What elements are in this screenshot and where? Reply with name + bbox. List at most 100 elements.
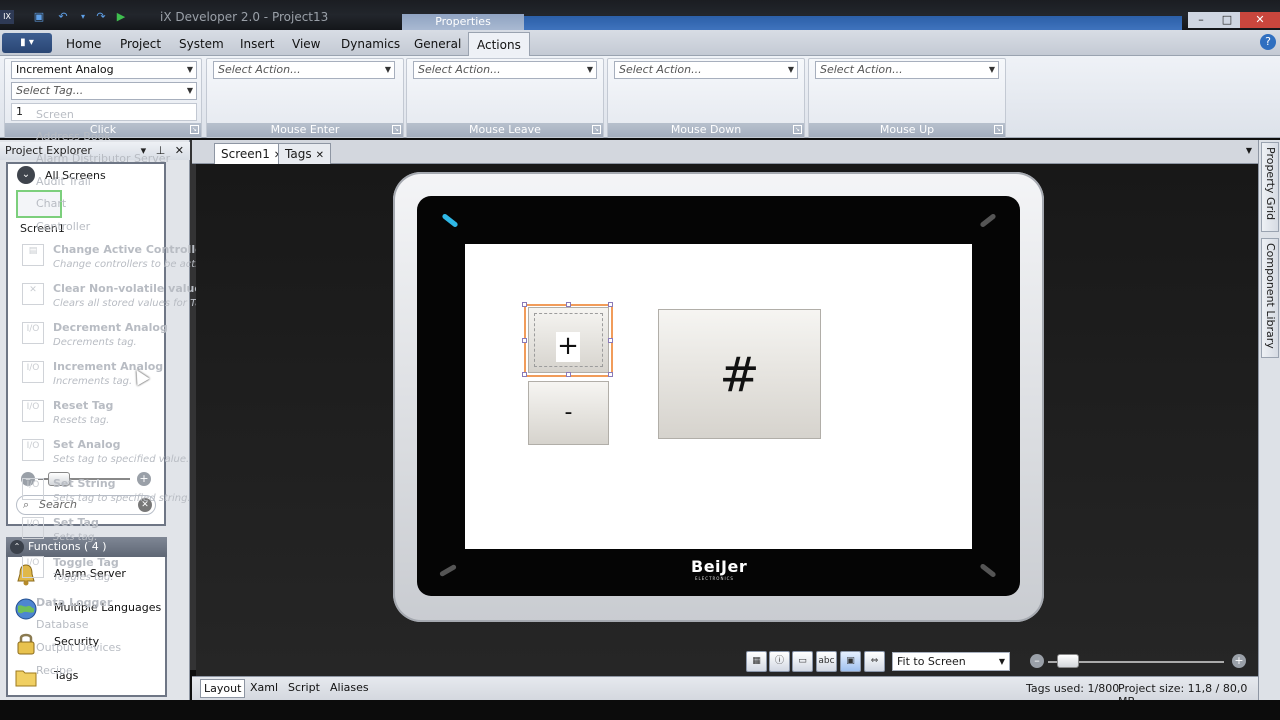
screen-thumbnail[interactable] xyxy=(16,190,62,218)
close-window-button[interactable]: ✕ xyxy=(1240,12,1280,28)
function-item-security[interactable]: Security xyxy=(12,627,162,657)
click-action-combo[interactable]: Increment Analog ▼ xyxy=(11,61,197,79)
dialog-launcher-icon[interactable]: ↘ xyxy=(994,125,1003,134)
folder-icon xyxy=(15,670,37,687)
tab-xaml[interactable]: Xaml xyxy=(250,681,278,694)
device-brand-sub: ELECTRONICS xyxy=(695,576,734,581)
function-item-tags[interactable]: Tags xyxy=(12,661,162,691)
click-amount-field[interactable]: 1 xyxy=(11,103,197,121)
zoom-slider-handle[interactable] xyxy=(1057,654,1079,668)
screen-search-input[interactable]: ⌕ Search ✕ xyxy=(16,495,156,515)
tab-insert[interactable]: Insert xyxy=(240,37,274,51)
chevron-down-icon: ▼ xyxy=(186,86,193,95)
chevron-down-icon: ▼ xyxy=(384,65,391,74)
tab-layout[interactable]: Layout xyxy=(200,679,246,698)
window-title: iX Developer 2.0 - Project13 xyxy=(160,10,329,24)
tags-used-status: Tags used: 1/800 xyxy=(1026,682,1120,695)
all-screens-label: All Screens xyxy=(45,169,106,182)
maximize-button[interactable]: □ xyxy=(1214,12,1240,28)
tab-dynamics[interactable]: Dynamics xyxy=(341,37,400,51)
tab-view[interactable]: View xyxy=(292,37,320,51)
mouse-enter-action-combo[interactable]: Select Action... ▼ xyxy=(213,61,395,79)
panel-controls: ▾ ⊥ ✕ xyxy=(135,142,184,160)
close-icon[interactable]: ✕ xyxy=(175,144,184,157)
tab-list-dropdown-icon[interactable]: ▼ xyxy=(1246,146,1252,155)
tab-script[interactable]: Script xyxy=(288,681,320,694)
function-item-alarm-server[interactable]: Alarm Server xyxy=(12,559,162,589)
mouse-up-action-combo[interactable]: Select Action... ▼ xyxy=(815,61,999,79)
qa-dropdown-icon[interactable]: ▾ xyxy=(76,10,90,24)
function-item-multiple-languages[interactable]: Multiple Languages xyxy=(12,593,162,623)
mouse-down-action-combo[interactable]: Select Action... ▼ xyxy=(614,61,798,79)
mouse-enter-caption-text: Mouse Enter xyxy=(270,123,340,136)
title-bar: IX ▣ ↶ ▾ ↷ ▶ iX Developer 2.0 - Project1… xyxy=(0,0,1280,30)
zoom-slider-handle[interactable] xyxy=(48,472,70,486)
screen-icon[interactable]: ▣ xyxy=(840,651,861,672)
file-menu-button[interactable]: ▮ ▾ xyxy=(2,33,52,53)
globe-icon xyxy=(15,598,37,620)
chevron-down-icon: ▼ xyxy=(787,65,794,74)
tab-home[interactable]: Home xyxy=(66,37,101,51)
tab-tags[interactable]: Tags ✕ xyxy=(278,143,331,164)
zoom-out-icon[interactable]: – xyxy=(1030,654,1044,668)
mouse-leave-group: Select Action... ▼ Mouse Leave ↘ xyxy=(406,58,604,138)
collapse-chevron-icon[interactable]: ⌄ xyxy=(17,166,35,184)
tab-aliases[interactable]: Aliases xyxy=(330,681,369,694)
decrement-button[interactable]: - xyxy=(528,381,609,445)
mouse-down-placeholder: Select Action... xyxy=(619,63,702,76)
title-band xyxy=(524,16,1182,30)
close-tab-icon[interactable]: ✕ xyxy=(316,150,324,161)
analog-display-button[interactable]: # xyxy=(658,309,821,439)
mouse-leave-action-combo[interactable]: Select Action... ▼ xyxy=(413,61,597,79)
click-action-value: Increment Analog xyxy=(16,63,114,76)
dialog-launcher-icon[interactable]: ↘ xyxy=(592,125,601,134)
run-icon[interactable]: ▶ xyxy=(114,10,128,24)
document-tabs: Screen1 ✕ Tags ✕ ▼ xyxy=(192,140,1258,164)
zoom-out-icon[interactable]: – xyxy=(21,472,35,486)
panel-dropdown-icon[interactable]: ▾ xyxy=(141,144,147,157)
chevron-down-icon: ▼ xyxy=(186,65,193,74)
component-library-tab[interactable]: Component Library xyxy=(1261,238,1279,358)
function-label: Tags xyxy=(54,669,79,682)
minimize-button[interactable]: – xyxy=(1188,12,1214,28)
functions-header[interactable]: ⌃ Functions ( 4 ) xyxy=(6,537,167,557)
undo-icon[interactable]: ↶ xyxy=(56,10,70,24)
click-tag-combo[interactable]: Select Tag... ▼ xyxy=(11,82,197,100)
mouse-up-caption: Mouse Up ↘ xyxy=(809,123,1005,137)
function-label: Alarm Server xyxy=(54,567,126,580)
app-icon[interactable]: IX xyxy=(0,10,14,24)
tab-general[interactable]: General xyxy=(414,37,461,51)
zoom-mode-combo[interactable]: Fit to Screen ▼ xyxy=(892,652,1010,671)
dialog-launcher-icon[interactable]: ↘ xyxy=(190,125,199,134)
pin-icon[interactable]: ⊥ xyxy=(156,144,166,157)
clear-search-icon[interactable]: ✕ xyxy=(138,498,152,512)
click-tag-placeholder: Select Tag... xyxy=(16,84,84,97)
project-explorer-header: Project Explorer ▾ ⊥ ✕ xyxy=(0,142,190,160)
save-icon[interactable]: ▣ xyxy=(32,10,46,24)
tab-system[interactable]: System xyxy=(179,37,224,51)
collapse-chevron-icon: ⌃ xyxy=(10,540,24,554)
grid-icon[interactable]: ▦ xyxy=(746,651,767,672)
dialog-launcher-icon[interactable]: ↘ xyxy=(392,125,401,134)
property-grid-tab[interactable]: Property Grid xyxy=(1261,142,1279,232)
dialog-launcher-icon[interactable]: ↘ xyxy=(793,125,802,134)
zoom-in-icon[interactable]: + xyxy=(137,472,151,486)
align-icon[interactable]: ⇔ xyxy=(864,651,885,672)
alarm-bell-icon xyxy=(17,564,35,586)
redo-icon[interactable]: ↷ xyxy=(94,10,108,24)
tab-project[interactable]: Project xyxy=(120,37,161,51)
context-tab-group: Properties xyxy=(402,14,524,30)
tab-actions[interactable]: Actions xyxy=(468,32,530,56)
mouse-up-placeholder: Select Action... xyxy=(820,63,903,76)
help-icon[interactable]: ? xyxy=(1260,34,1276,50)
info-icon[interactable]: ⓘ xyxy=(769,651,790,672)
comment-icon[interactable]: ▭ xyxy=(792,651,813,672)
increment-button[interactable]: + xyxy=(528,307,609,373)
zoom-in-icon[interactable]: + xyxy=(1232,654,1246,668)
ribbon-tabs: ▮ ▾ Home Project System Insert View Dyna… xyxy=(0,30,1280,56)
right-side-panels: Property Grid Component Library xyxy=(1258,140,1280,700)
label-icon[interactable]: abc xyxy=(816,651,837,672)
padlock-icon xyxy=(17,633,35,655)
tab-screen1-label: Screen1 xyxy=(221,147,270,161)
mouse-enter-caption: Mouse Enter ↘ xyxy=(207,123,403,137)
